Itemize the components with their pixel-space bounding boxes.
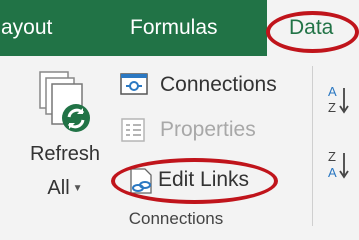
all-label: All <box>47 177 70 199</box>
group-divider <box>312 66 313 226</box>
connections-icon <box>120 73 148 95</box>
properties-button[interactable]: Properties <box>120 113 320 147</box>
properties-label: Properties <box>160 118 256 141</box>
svg-text:Z: Z <box>328 149 336 164</box>
svg-text:Z: Z <box>328 100 336 115</box>
sort-z-to-a-icon[interactable]: Z A <box>327 147 351 183</box>
ribbon-tab-bar: ayout Formulas Data <box>0 0 359 56</box>
sort-a-to-z-icon[interactable]: A Z <box>327 82 351 118</box>
edit-links-icon <box>130 168 152 194</box>
svg-text:A: A <box>328 165 337 180</box>
refresh-label: Refresh <box>29 143 101 165</box>
tab-page-layout[interactable]: ayout <box>1 0 52 56</box>
edit-links-button[interactable]: Edit Links <box>128 163 278 197</box>
edit-links-label: Edit Links <box>158 168 250 191</box>
all-label-with-dropdown[interactable]: All ▼ <box>22 176 108 201</box>
chevron-down-icon: ▼ <box>72 182 83 194</box>
tab-data[interactable]: Data <box>267 0 359 56</box>
connections-button[interactable]: Connections <box>120 68 320 102</box>
svg-text:A: A <box>328 84 337 99</box>
properties-icon <box>121 118 145 142</box>
refresh-all-button[interactable]: Refresh All ▼ <box>22 70 108 200</box>
connections-group-label: Connections <box>128 209 224 228</box>
tab-formulas[interactable]: Formulas <box>130 0 218 56</box>
connections-label: Connections <box>160 73 277 96</box>
refresh-all-icon <box>39 71 90 132</box>
